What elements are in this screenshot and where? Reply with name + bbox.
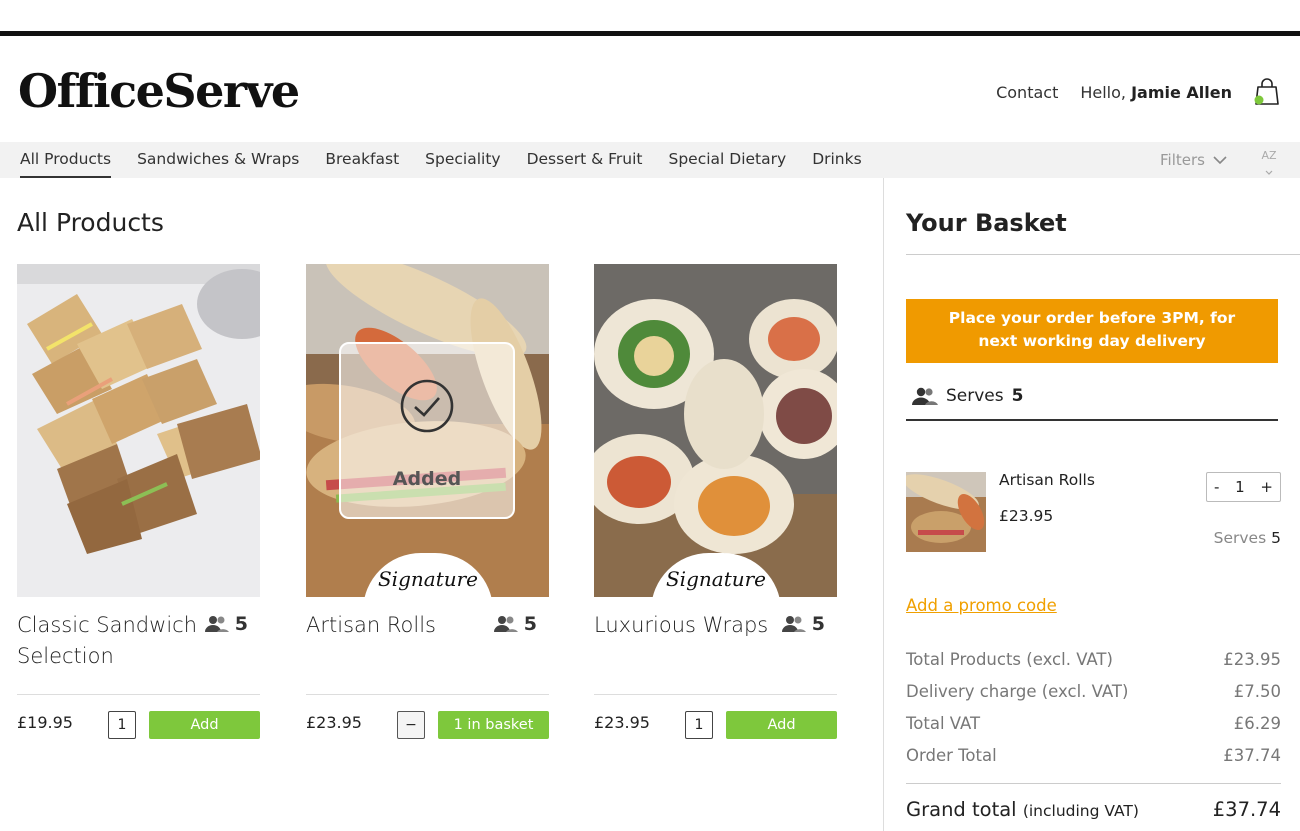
added-overlay: Added <box>339 342 515 519</box>
total-label: Total Products (excl. VAT) <box>906 650 1113 669</box>
basket-title: Your Basket <box>906 209 1067 237</box>
page-title: All Products <box>17 208 164 237</box>
officeserve-logo[interactable]: OfficeServe <box>18 64 300 118</box>
filters-dropdown[interactable]: Filters <box>1160 142 1227 178</box>
notice-line-2: next working day delivery <box>978 332 1206 350</box>
category-nav: All Products Sandwiches & Wraps Breakfas… <box>0 142 1300 178</box>
basket-serves-underline <box>906 419 1278 421</box>
card-divider <box>306 694 549 695</box>
quantity-input[interactable]: 1 <box>685 711 713 739</box>
product-price: £23.95 <box>594 713 650 732</box>
total-label: Delivery charge (excl. VAT) <box>906 682 1129 701</box>
people-icon <box>204 616 229 632</box>
sort-a: A <box>1261 149 1269 162</box>
product-image-classic-sandwich[interactable] <box>17 264 260 597</box>
in-basket-button[interactable]: 1 in basket <box>438 711 549 739</box>
basket-item-serves-label: Serves <box>1213 529 1267 547</box>
filters-label: Filters <box>1160 151 1205 169</box>
decrease-quantity-button[interactable]: − <box>397 711 425 739</box>
tab-all-products[interactable]: All Products <box>20 142 112 178</box>
category-tabs: All Products Sandwiches & Wraps Breakfas… <box>20 142 862 178</box>
people-icon <box>781 616 806 632</box>
serves-count: 5 <box>523 613 537 635</box>
product-price: £19.95 <box>17 713 73 732</box>
add-button[interactable]: Add <box>726 711 837 739</box>
product-name[interactable]: Artisan Rolls <box>306 610 486 641</box>
basket-item-price: £23.95 <box>999 507 1054 525</box>
card-divider <box>17 694 260 695</box>
top-border <box>0 31 1300 36</box>
tab-sandwiches-wraps[interactable]: Sandwiches & Wraps <box>137 142 299 178</box>
tab-dessert-fruit[interactable]: Dessert & Fruit <box>527 142 643 178</box>
basket-serves-value: 5 <box>1011 386 1024 406</box>
product-name[interactable]: Classic Sandwich Selection <box>17 610 197 672</box>
total-row: Total VAT £6.29 <box>906 714 1281 746</box>
basket-item-thumbnail <box>906 472 986 552</box>
added-label: Added <box>392 468 462 490</box>
total-label: Order Total <box>906 746 997 765</box>
product-card: Classic Sandwich Selection 5 £19.95 1 Ad… <box>17 264 260 739</box>
tab-drinks[interactable]: Drinks <box>812 142 862 178</box>
contact-link[interactable]: Contact <box>996 83 1058 102</box>
basket-item-serves-value: 5 <box>1271 529 1281 547</box>
total-row: Delivery charge (excl. VAT) £7.50 <box>906 682 1281 714</box>
tab-speciality[interactable]: Speciality <box>425 142 500 178</box>
tab-breakfast[interactable]: Breakfast <box>325 142 399 178</box>
check-circle-icon <box>400 379 454 433</box>
total-value: £23.95 <box>1223 650 1281 669</box>
product-image-luxurious-wraps[interactable]: Signature <box>594 264 837 597</box>
total-value: £6.29 <box>1233 714 1281 733</box>
basket-item-serves: Serves 5 <box>1214 529 1281 547</box>
product-serves: 5 <box>493 613 537 635</box>
product-serves: 5 <box>781 613 825 635</box>
grand-total-label: Grand total <box>906 798 1017 821</box>
grand-total-label-group: Grand total (including VAT) <box>906 798 1139 821</box>
total-value: £37.74 <box>1223 746 1281 765</box>
basket-serves: Serves 5 <box>912 386 1023 406</box>
product-serves: 5 <box>204 613 248 635</box>
user-greeting[interactable]: Hello, Jamie Allen <box>1080 83 1232 102</box>
total-value: £7.50 <box>1233 682 1281 701</box>
header-actions: Contact Hello, Jamie Allen <box>996 78 1280 106</box>
order-totals: Total Products (excl. VAT) £23.95 Delive… <box>906 650 1281 778</box>
basket-quantity-stepper: - 1 + <box>1206 472 1281 502</box>
basket-serves-label: Serves <box>946 386 1004 406</box>
basket-divider <box>906 254 1300 255</box>
grand-total-divider <box>906 783 1281 784</box>
card-divider <box>594 694 837 695</box>
shopping-bag-icon[interactable] <box>1254 78 1280 106</box>
grand-total-value: £37.74 <box>1212 798 1281 821</box>
greeting-text: Hello, <box>1080 82 1126 102</box>
total-row: Total Products (excl. VAT) £23.95 <box>906 650 1281 682</box>
user-name: Jamie Allen <box>1131 82 1232 102</box>
product-image-artisan-rolls[interactable]: Added Signature <box>306 264 549 597</box>
sort-az-button[interactable]: AZ <box>1259 149 1279 177</box>
sort-arrows-icon <box>1265 170 1273 175</box>
sort-z: Z <box>1268 149 1277 162</box>
basket-separator <box>883 178 884 831</box>
grand-total-sublabel: (including VAT) <box>1022 802 1139 820</box>
basket-quantity-value[interactable]: 1 <box>1235 478 1245 496</box>
delivery-notice: Place your order before 3PM, for next wo… <box>906 299 1278 363</box>
basket-item-name: Artisan Rolls <box>999 471 1095 489</box>
chevron-down-icon <box>1213 155 1227 164</box>
tab-special-dietary[interactable]: Special Dietary <box>669 142 787 178</box>
product-card: Added Signature Artisan Rolls 5 £23.95 −… <box>306 264 549 739</box>
total-row: Order Total £37.74 <box>906 746 1281 778</box>
increase-quantity-button[interactable]: + <box>1260 478 1273 496</box>
promo-code-link[interactable]: Add a promo code <box>906 596 1057 615</box>
people-icon <box>912 387 938 405</box>
notice-line-1: Place your order before 3PM, for <box>948 309 1236 327</box>
product-card: Signature Luxurious Wraps 5 £23.95 1 Add <box>594 264 837 739</box>
decrease-quantity-button[interactable]: - <box>1214 478 1219 496</box>
total-label: Total VAT <box>906 714 981 733</box>
grand-total: Grand total (including VAT) £37.74 <box>906 798 1281 821</box>
people-icon <box>493 616 518 632</box>
product-name[interactable]: Luxurious Wraps <box>594 610 774 641</box>
add-button[interactable]: Add <box>149 711 260 739</box>
serves-count: 5 <box>811 613 825 635</box>
quantity-input[interactable]: 1 <box>108 711 136 739</box>
serves-count: 5 <box>234 613 248 635</box>
product-price: £23.95 <box>306 713 362 732</box>
